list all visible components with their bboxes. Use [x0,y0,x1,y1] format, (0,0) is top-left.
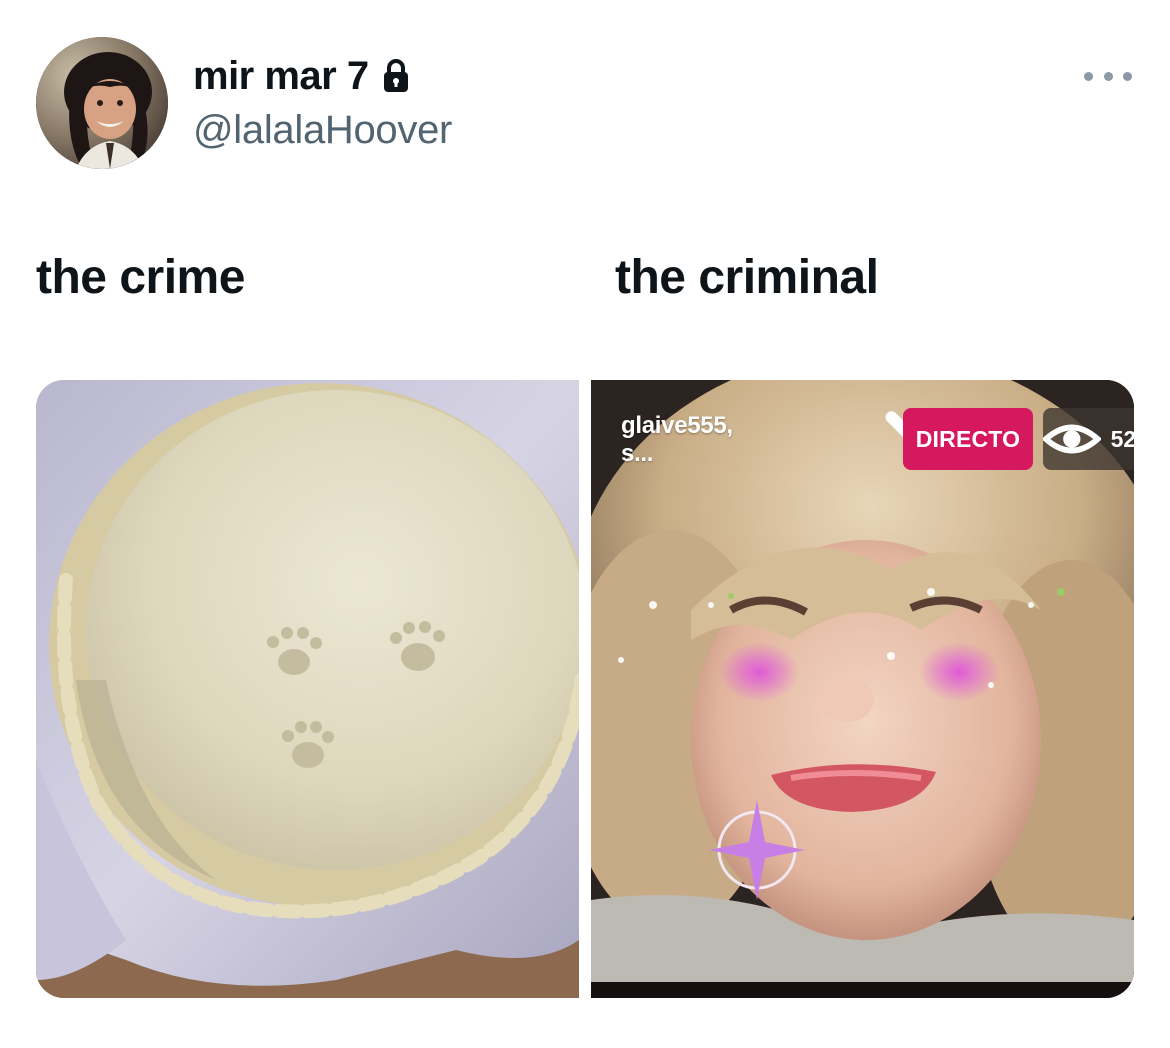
more-dot [1123,71,1132,81]
eye-icon [1043,424,1101,454]
live-overlay-bar: glaive555, s... DIRECTO 529 [621,408,1134,472]
live-username[interactable]: glaive555, s... [621,412,733,468]
media-grid: glaive555, s... DIRECTO 529 [36,380,1134,998]
pie-crust-image [36,380,579,998]
more-horizontal-icon[interactable] [1084,64,1132,88]
viewer-count: 529 [1110,425,1134,452]
tweet: mir mar 7 @lalalaHoover the crime the cr… [0,0,1170,1048]
avatar[interactable] [36,37,168,169]
media-image-left[interactable] [36,380,579,998]
more-dot [1084,71,1093,81]
media-image-right[interactable]: glaive555, s... DIRECTO 529 [591,380,1134,998]
lock-icon [383,59,408,92]
viewer-count-badge: 529 [1043,408,1134,470]
display-name[interactable]: mir mar 7 [193,56,369,96]
user-handle[interactable]: @lalalaHoover [193,110,452,150]
more-dot [1103,71,1113,81]
caption-right: the criminal [615,251,879,304]
avatar-photo [36,37,168,169]
live-stream-image [591,380,1134,998]
caption-left: the crime [36,251,245,304]
live-badge: DIRECTO [903,408,1033,470]
author-name-row[interactable]: mir mar 7 [193,56,411,96]
